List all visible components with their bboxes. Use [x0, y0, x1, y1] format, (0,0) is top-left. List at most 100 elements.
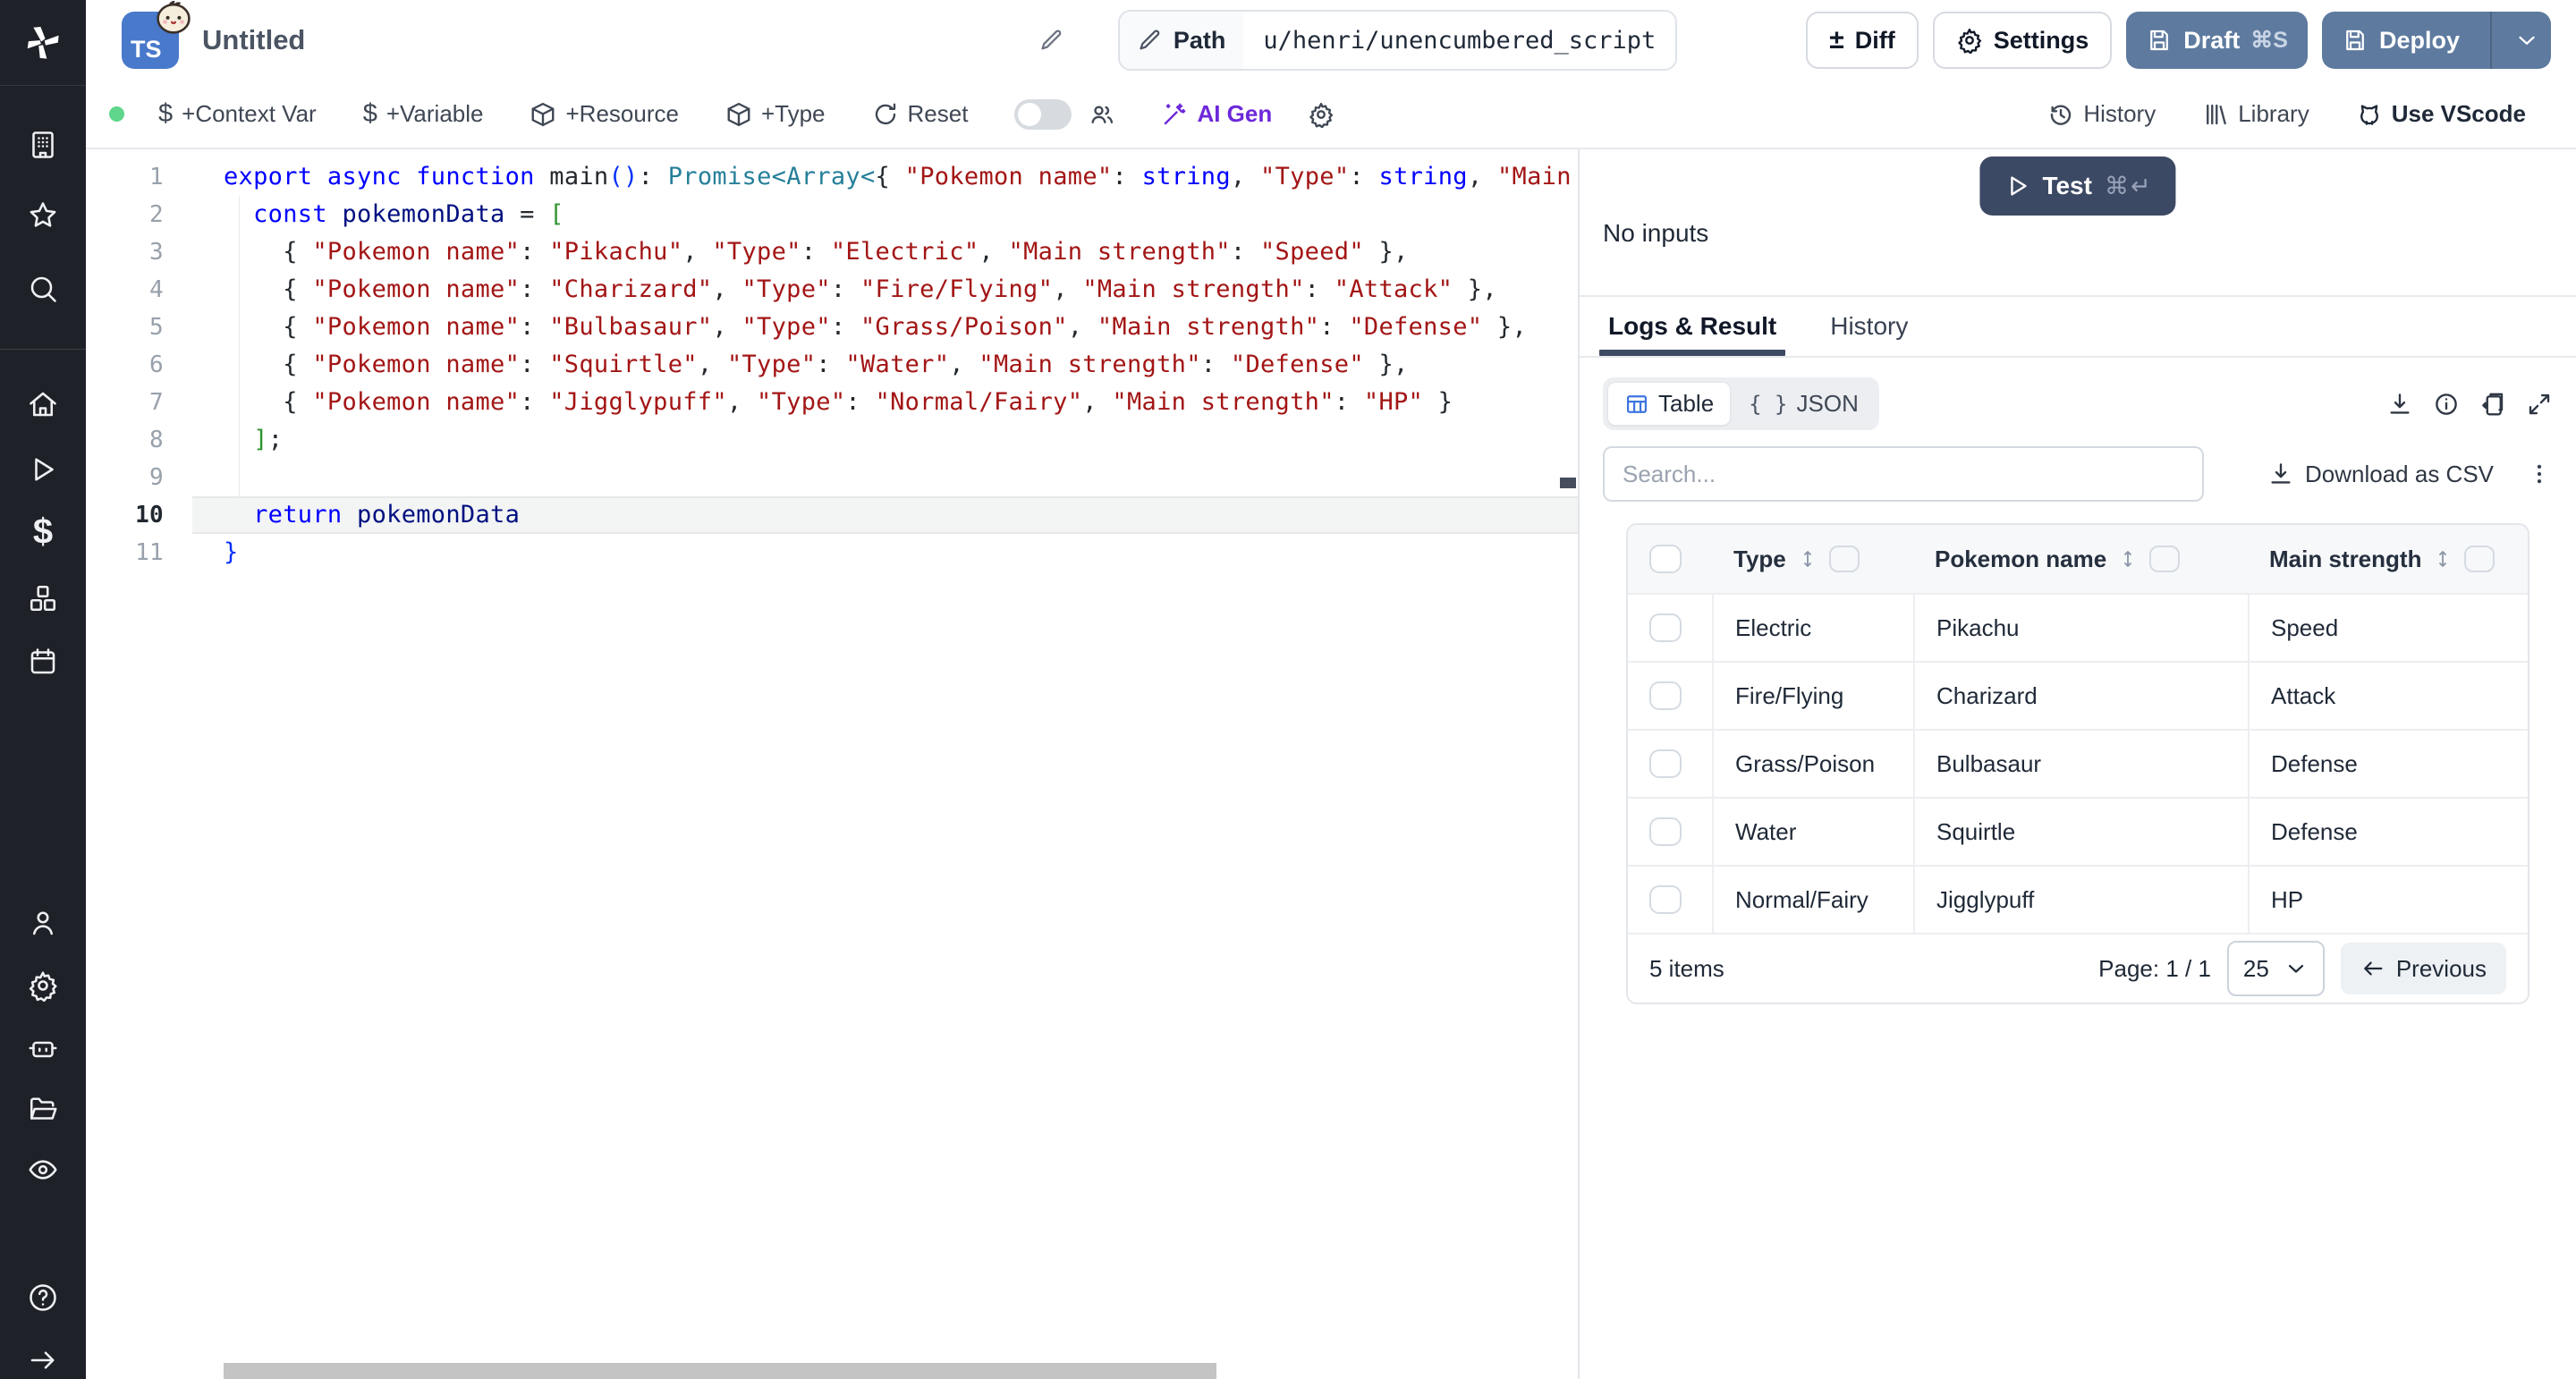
audit-eye-icon[interactable]: [27, 1154, 59, 1186]
workspace-icon[interactable]: [27, 129, 59, 161]
column-filter-toggle[interactable]: [2149, 546, 2180, 572]
ts-badge: TS: [131, 36, 162, 63]
add-type-button[interactable]: +Type: [702, 100, 849, 128]
code-line[interactable]: 8 ];: [86, 421, 1578, 459]
code-line[interactable]: 7 { "Pokemon name": "Jigglypuff", "Type"…: [86, 384, 1578, 421]
result-tabs: Logs & Result History: [1580, 297, 2576, 358]
test-button[interactable]: Test ⌘↵: [1979, 157, 2175, 216]
info-icon[interactable]: [2433, 391, 2460, 418]
previous-page-button[interactable]: Previous: [2341, 943, 2506, 994]
code-line[interactable]: 5 { "Pokemon name": "Bulbasaur", "Type":…: [86, 309, 1578, 346]
column-header[interactable]: Main strength: [2248, 546, 2528, 573]
plus-minus-icon: ±: [1829, 25, 1843, 55]
table-row[interactable]: Grass/PoisonBulbasaurDefense: [1628, 729, 2528, 797]
sort-icon[interactable]: [1797, 548, 1818, 570]
row-checkbox[interactable]: [1649, 817, 1682, 846]
column-filter-toggle[interactable]: [2464, 546, 2495, 572]
table-row[interactable]: WaterSquirtleDefense: [1628, 797, 2528, 865]
draft-button[interactable]: Draft ⌘S: [2126, 12, 2308, 69]
deploy-dropdown[interactable]: [2503, 12, 2551, 69]
windmill-logo[interactable]: [0, 0, 86, 86]
table-row[interactable]: Fire/FlyingCharizardAttack: [1628, 661, 2528, 729]
view-table-option[interactable]: Table: [1607, 382, 1731, 426]
code-line[interactable]: 2 const pokemonData = [: [86, 196, 1578, 233]
row-checkbox[interactable]: [1649, 885, 1682, 914]
search-icon[interactable]: [27, 273, 59, 305]
line-number: 8: [86, 421, 192, 459]
sort-icon[interactable]: [2432, 548, 2453, 570]
table-options-kebab-icon[interactable]: [2526, 461, 2553, 487]
ai-gen-label: AI Gen: [1197, 100, 1272, 128]
row-checkbox[interactable]: [1649, 681, 1682, 710]
code-line[interactable]: 3 { "Pokemon name": "Pikachu", "Type": "…: [86, 233, 1578, 271]
use-vscode-button[interactable]: Use VScode: [2333, 100, 2549, 128]
code-line[interactable]: 9: [86, 459, 1578, 496]
table-row[interactable]: ElectricPikachuSpeed: [1628, 593, 2528, 661]
code-lines[interactable]: 1export async function main(): Promise<A…: [86, 158, 1578, 571]
code-line[interactable]: 10 return pokemonData: [86, 496, 1578, 534]
path-label-section: Path: [1120, 12, 1244, 69]
user-icon[interactable]: [27, 907, 59, 939]
add-variable-button[interactable]: $ +Variable: [340, 99, 507, 129]
tab-logs-result[interactable]: Logs & Result: [1603, 297, 1782, 356]
download-csv-button[interactable]: Download as CSV: [2267, 461, 2494, 488]
sort-icon[interactable]: [2117, 548, 2139, 570]
result-search-input[interactable]: [1603, 446, 2204, 502]
path-value[interactable]: u/henri/unencumbered_script: [1243, 12, 1675, 69]
variables-dollar-icon[interactable]: $: [33, 512, 53, 553]
code-line[interactable]: 11}: [86, 534, 1578, 571]
ai-gen-button[interactable]: AI Gen: [1138, 100, 1295, 128]
history-button[interactable]: History: [2024, 100, 2179, 128]
code-line[interactable]: 1export async function main(): Promise<A…: [86, 158, 1578, 196]
column-header[interactable]: Type: [1712, 546, 1913, 573]
settings-gear-icon[interactable]: [27, 969, 59, 1002]
line-number: 4: [86, 271, 192, 309]
row-checkbox[interactable]: [1649, 749, 1682, 778]
page-size-select[interactable]: 25: [2227, 941, 2325, 996]
path-field[interactable]: Path u/henri/unencumbered_script: [1118, 10, 1677, 71]
assistant-toggle[interactable]: [1014, 99, 1072, 130]
column-filter-toggle[interactable]: [1829, 546, 1860, 572]
code-editor[interactable]: 1export async function main(): Promise<A…: [86, 149, 1578, 1379]
row-checkbox[interactable]: [1649, 613, 1682, 642]
diff-button[interactable]: ± Diff: [1806, 12, 1918, 69]
add-context-var-button[interactable]: $ +Context Var: [135, 99, 340, 129]
table-cell: Water: [1712, 799, 1913, 865]
dollar-icon: $: [158, 99, 173, 129]
schedules-calendar-icon[interactable]: [27, 646, 59, 678]
library-button[interactable]: Library: [2179, 100, 2332, 128]
add-resource-button[interactable]: +Resource: [506, 100, 701, 128]
refresh-icon: [872, 101, 899, 128]
view-json-option[interactable]: { } JSON: [1733, 383, 1875, 425]
table-cell: Pikachu: [1913, 595, 2248, 661]
tab-history[interactable]: History: [1825, 297, 1913, 356]
editor-settings-button[interactable]: [1295, 101, 1347, 128]
expand-icon[interactable]: [2526, 391, 2553, 418]
horizontal-scrollbar[interactable]: [224, 1363, 1216, 1379]
table-cell: Squirtle: [1913, 799, 2248, 865]
line-number: 5: [86, 309, 192, 346]
settings-button[interactable]: Settings: [1933, 12, 2113, 69]
workers-robot-icon[interactable]: [27, 1032, 59, 1064]
context-var-label: +Context Var: [182, 100, 317, 128]
deploy-button[interactable]: Deploy: [2322, 12, 2551, 69]
code-line[interactable]: 4 { "Pokemon name": "Charizard", "Type":…: [86, 271, 1578, 309]
table-row[interactable]: Normal/FairyJigglypuffHP: [1628, 865, 2528, 933]
column-header[interactable]: Pokemon name: [1913, 546, 2248, 573]
favorites-star-icon[interactable]: [27, 199, 59, 232]
collapse-arrow-icon[interactable]: [27, 1344, 59, 1376]
edit-summary-pencil-icon[interactable]: [1039, 28, 1064, 53]
table-cell: Speed: [2248, 595, 2528, 661]
select-all-checkbox[interactable]: [1649, 545, 1682, 573]
windmill-app: $ TS Untitled: [0, 0, 2576, 1379]
runs-play-icon[interactable]: [27, 453, 59, 486]
folders-icon[interactable]: [27, 1093, 59, 1125]
code-line[interactable]: 6 { "Pokemon name": "Squirtle", "Type": …: [86, 346, 1578, 384]
resources-cubes-icon[interactable]: [27, 582, 59, 614]
download-result-icon[interactable]: [2386, 391, 2413, 418]
home-icon[interactable]: [27, 388, 59, 420]
reset-button[interactable]: Reset: [849, 100, 992, 128]
copy-to-clipboard-icon[interactable]: [2479, 391, 2506, 418]
previous-label: Previous: [2396, 955, 2487, 983]
help-icon[interactable]: [27, 1282, 59, 1314]
